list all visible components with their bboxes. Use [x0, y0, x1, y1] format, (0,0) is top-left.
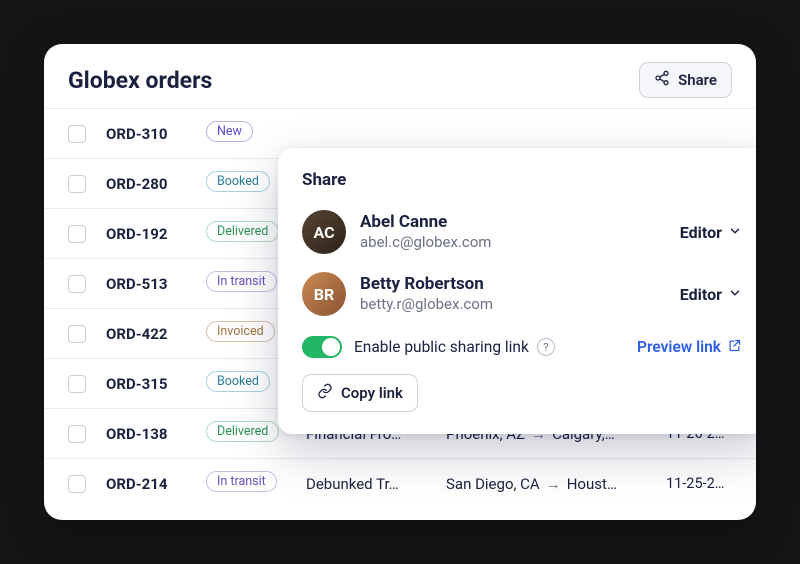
page-title: Globex orders [68, 67, 212, 94]
external-link-icon [727, 338, 742, 357]
row-checkbox[interactable] [68, 175, 86, 193]
copy-link-button[interactable]: Copy link [302, 374, 418, 412]
status-badge: Booked [206, 371, 270, 392]
role-label: Editor [680, 285, 722, 304]
share-icon [654, 70, 670, 90]
chevron-down-icon [728, 285, 742, 304]
person-email: abel.c@globex.com [360, 233, 666, 252]
preview-link-label: Preview link [637, 338, 721, 356]
row-checkbox[interactable] [68, 125, 86, 143]
origin: San Diego, CA [446, 475, 540, 493]
order-id: ORD-422 [106, 325, 196, 343]
status-badge: Delivered [206, 221, 279, 242]
order-id: ORD-214 [106, 475, 196, 493]
row-checkbox[interactable] [68, 225, 86, 243]
avatar: BR [302, 272, 346, 316]
popover-title: Share [302, 170, 742, 190]
route-cell: San Diego, CA → Houst… [446, 475, 656, 493]
share-button-label: Share [678, 71, 717, 89]
row-checkbox[interactable] [68, 425, 86, 443]
orders-panel: Globex orders Share ORD-310 New ORD-280 Boo… [44, 44, 756, 520]
share-button[interactable]: Share [639, 62, 732, 98]
person-email: betty.r@globex.com [360, 295, 666, 314]
share-person: BR Betty Robertsonbetty.r@globex.com Edito… [302, 266, 742, 328]
link-icon [317, 383, 333, 403]
preview-link[interactable]: Preview link [637, 338, 742, 357]
status-badge: In transit [206, 471, 277, 492]
row-checkbox[interactable] [68, 325, 86, 343]
share-person: AC Abel Canneabel.c@globex.com Editor [302, 204, 742, 266]
share-popover: Share AC Abel Canneabel.c@globex.com Edito… [278, 148, 756, 434]
public-share-toggle[interactable] [302, 336, 342, 358]
order-id: ORD-192 [106, 225, 196, 243]
row-checkbox[interactable] [68, 475, 86, 493]
timestamp-cell: 11-25-2023 @ 21:00 [666, 475, 732, 492]
destination: Houst… [567, 475, 617, 493]
copy-link-label: Copy link [341, 384, 403, 402]
role-dropdown[interactable]: Editor [680, 285, 742, 304]
topbar: Globex orders Share [44, 44, 756, 104]
order-id: ORD-315 [106, 375, 196, 393]
person-info: Abel Canneabel.c@globex.com [360, 212, 666, 252]
order-id: ORD-280 [106, 175, 196, 193]
table-row: ORD-214 In transit Debunked Tr… San Diego, … [44, 458, 756, 508]
share-people-list: AC Abel Canneabel.c@globex.com Editor BR Bet… [302, 204, 742, 328]
order-id: ORD-310 [106, 125, 196, 143]
status-badge: Delivered [206, 421, 279, 442]
order-id: ORD-513 [106, 275, 196, 293]
public-share-label: Enable public sharing link [354, 338, 529, 356]
person-name: Abel Canne [360, 212, 666, 233]
order-id: ORD-138 [106, 425, 196, 443]
role-label: Editor [680, 223, 722, 242]
role-dropdown[interactable]: Editor [680, 223, 742, 242]
person-name: Betty Robertson [360, 274, 666, 295]
status-badge: In transit [206, 271, 277, 292]
public-share-row: Enable public sharing link ? Preview lin… [302, 328, 742, 358]
chevron-down-icon [728, 223, 742, 242]
status-badge: Booked [206, 171, 270, 192]
status-badge: New [206, 121, 253, 142]
person-info: Betty Robertsonbetty.r@globex.com [360, 274, 666, 314]
avatar: AC [302, 210, 346, 254]
row-checkbox[interactable] [68, 275, 86, 293]
arrow-right-icon: → [546, 475, 561, 493]
status-badge: Invoiced [206, 321, 275, 342]
company-cell: Debunked Tr… [306, 475, 436, 493]
help-icon[interactable]: ? [537, 338, 555, 356]
row-checkbox[interactable] [68, 375, 86, 393]
